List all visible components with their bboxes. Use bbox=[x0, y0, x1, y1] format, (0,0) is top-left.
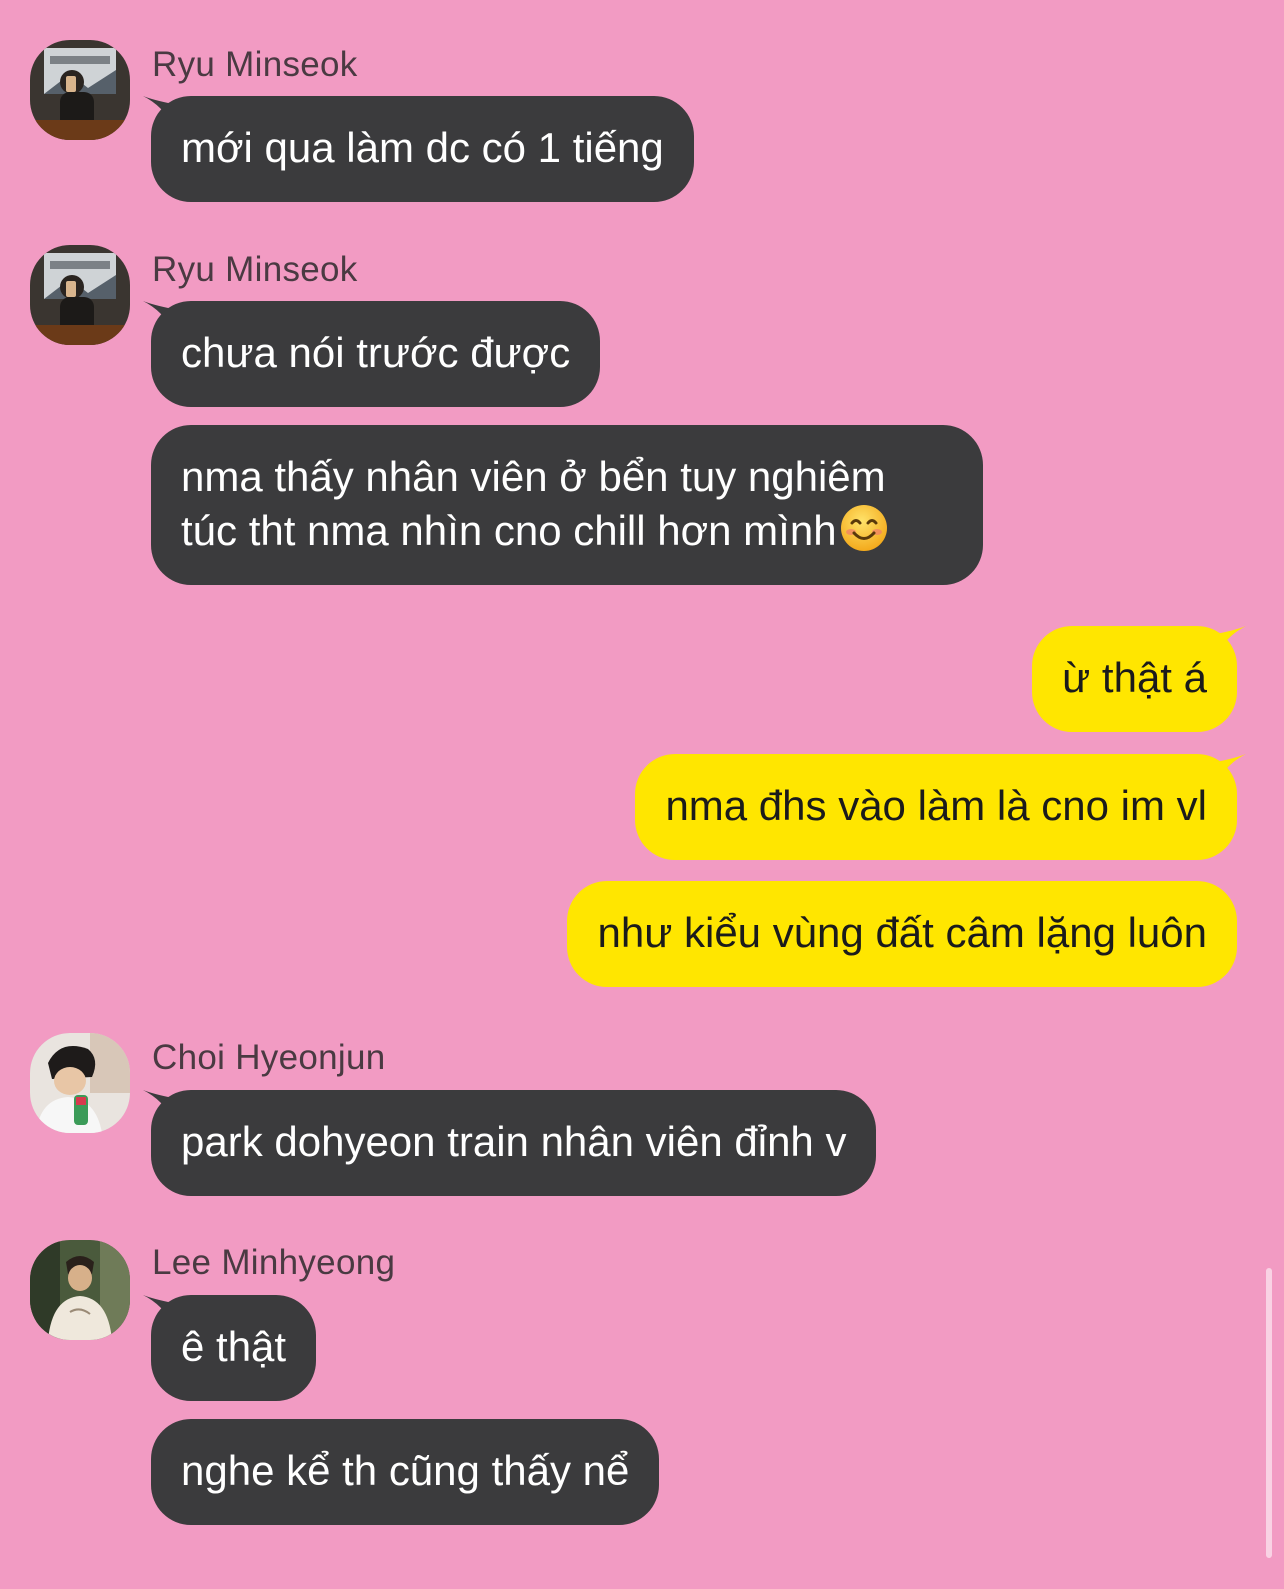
message-text: chưa nói trước được bbox=[181, 329, 571, 376]
message-text: nghe kể th cũng thấy nể bbox=[181, 1447, 630, 1494]
message-bubble[interactable]: nma đhs vào làm là cno im vl bbox=[635, 754, 1237, 860]
message-text: ê thật bbox=[181, 1323, 287, 1370]
avatar-lee-minhyeong[interactable] bbox=[30, 1240, 130, 1340]
message-bubble[interactable]: mới qua làm dc có 1 tiếng bbox=[151, 96, 694, 202]
message-bubble[interactable]: park dohyeon train nhân viên đỉnh v bbox=[151, 1090, 877, 1196]
message-text-line-with-emoji: túc tht nma nhìn cno chill hơn mình bbox=[181, 503, 953, 557]
message-text: như kiểu vùng đất câm lặng luôn bbox=[597, 909, 1207, 956]
message-text: park dohyeon train nhân viên đỉnh v bbox=[181, 1118, 847, 1165]
avatar-photo-icon bbox=[30, 40, 130, 140]
message-text: ừ thật á bbox=[1062, 654, 1207, 701]
message-bubble[interactable]: nghe kể th cũng thấy nể bbox=[151, 1419, 660, 1525]
message-text: túc tht nma nhìn cno chill hơn mình bbox=[181, 507, 837, 554]
message-text-line: nma thấy nhân viên ở bển tuy nghiêm bbox=[181, 453, 886, 500]
sender-name: Ryu Minseok bbox=[152, 250, 358, 289]
sender-name: Lee Minhyeong bbox=[152, 1243, 396, 1282]
avatar-photo-icon bbox=[30, 245, 130, 345]
message-bubble[interactable]: ê thật bbox=[151, 1295, 317, 1401]
message-bubble[interactable]: chưa nói trước được bbox=[151, 301, 601, 407]
sender-name: Ryu Minseok bbox=[152, 45, 358, 84]
avatar-photo-icon bbox=[30, 1240, 130, 1340]
message-bubble[interactable]: ừ thật á bbox=[1032, 626, 1237, 732]
message-bubble[interactable]: nma thấy nhân viên ở bển tuy nghiêm túc … bbox=[151, 425, 983, 585]
message-bubble[interactable]: như kiểu vùng đất câm lặng luôn bbox=[567, 881, 1237, 987]
message-text: nma đhs vào làm là cno im vl bbox=[665, 782, 1207, 829]
chat-view: Ryu Minseok mới qua làm dc có 1 tiếng Ry… bbox=[0, 0, 1284, 1589]
message-text: mới qua làm dc có 1 tiếng bbox=[181, 124, 664, 171]
smiling-face-icon bbox=[840, 505, 887, 551]
avatar-ryu-minseok[interactable] bbox=[30, 40, 130, 140]
avatar-ryu-minseok[interactable] bbox=[30, 245, 130, 345]
avatar-photo-icon bbox=[30, 1033, 130, 1133]
scrollbar[interactable] bbox=[1266, 1268, 1272, 1558]
avatar-choi-hyeonjun[interactable] bbox=[30, 1033, 130, 1133]
sender-name: Choi Hyeonjun bbox=[152, 1038, 386, 1077]
